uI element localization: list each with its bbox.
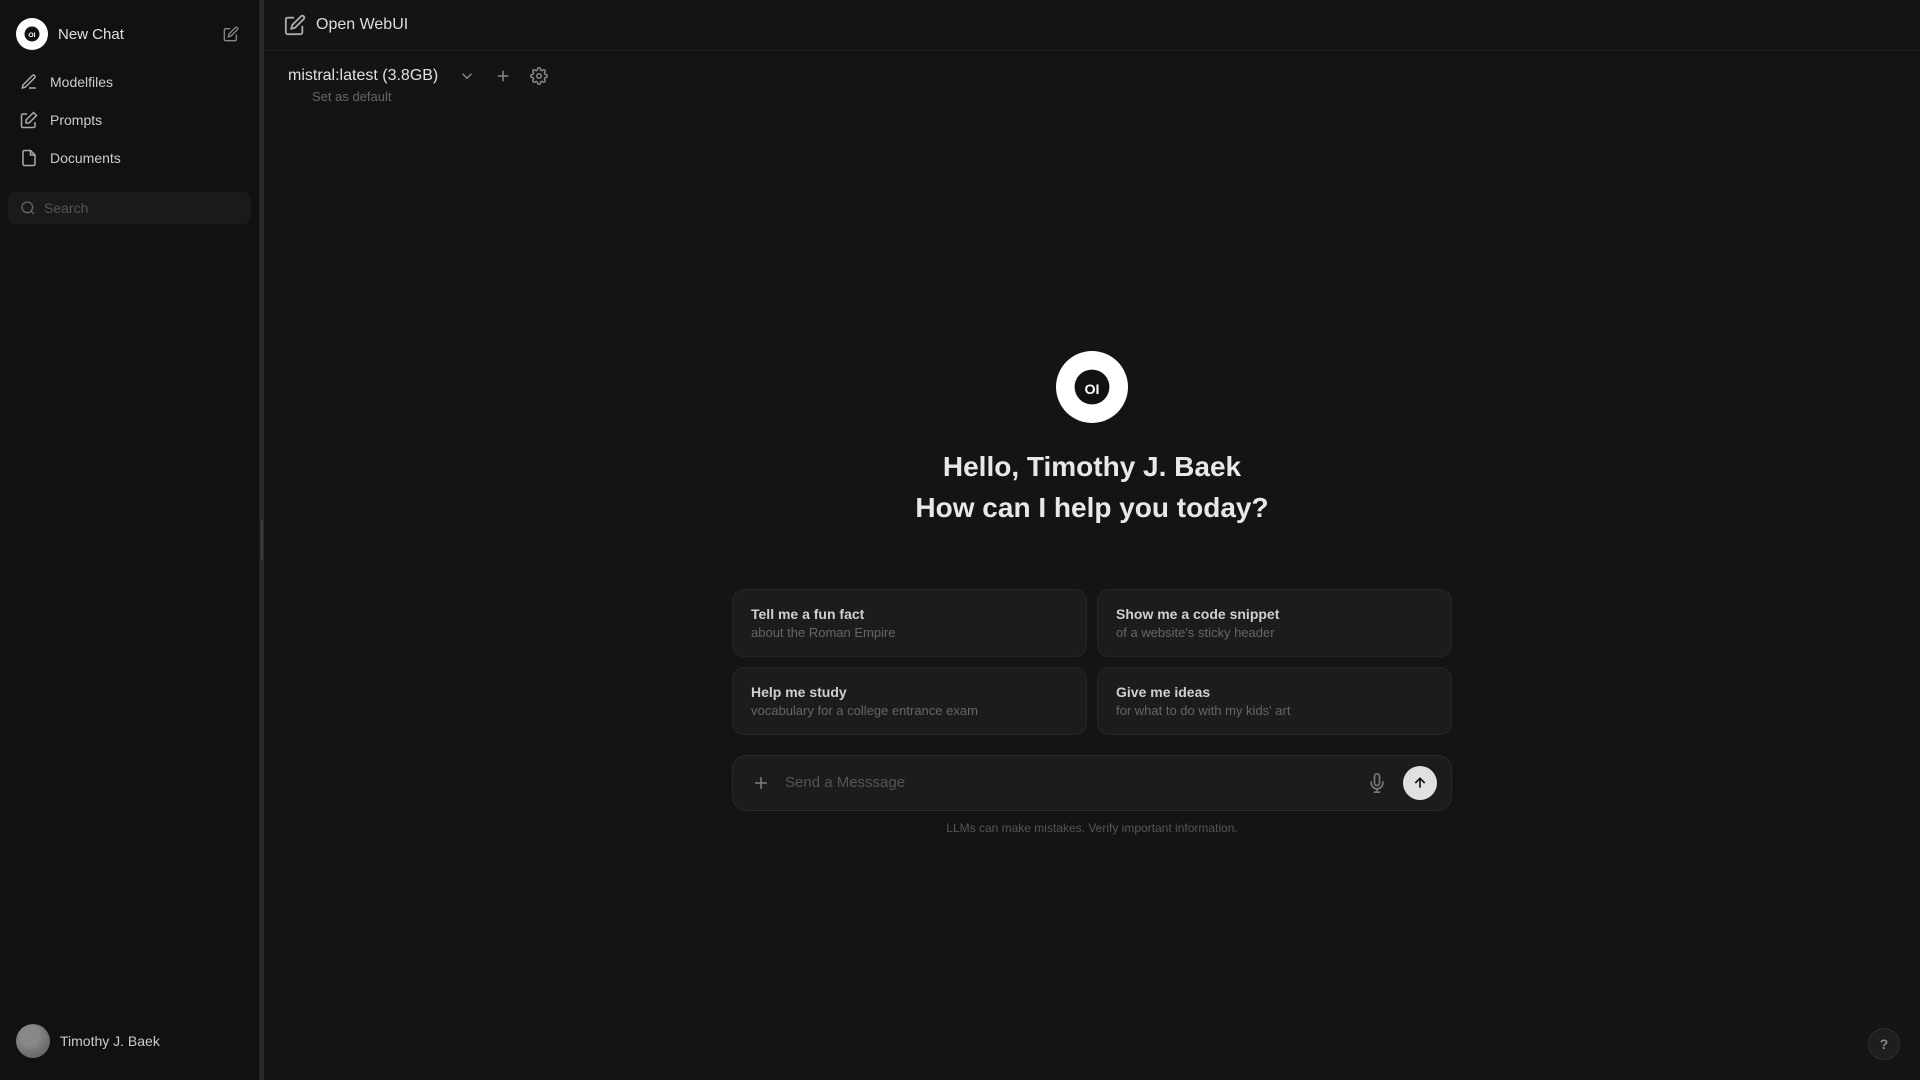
topbar-pen-icon [284, 14, 306, 36]
suggestion-card-2[interactable]: Help me study vocabulary for a college e… [732, 667, 1087, 735]
disclaimer-text: LLMs can make mistakes. Verify important… [732, 821, 1452, 843]
suggestion-title-0: Tell me a fun fact [751, 606, 1068, 622]
suggestion-subtitle-3: for what to do with my kids' art [1116, 703, 1433, 718]
model-add-button[interactable] [490, 63, 516, 89]
plus-attach-icon [751, 773, 771, 793]
model-dropdown-button[interactable] [454, 63, 480, 89]
gear-icon [530, 67, 548, 85]
sidebar-logo-area[interactable]: OI New Chat [16, 18, 124, 50]
svg-text:OI: OI [1084, 383, 1099, 399]
new-chat-label: New Chat [58, 26, 124, 43]
pencil-icon [20, 73, 38, 91]
suggestion-subtitle-2: vocabulary for a college entrance exam [751, 703, 1068, 718]
logo-circle: OI [16, 18, 48, 50]
input-bar [732, 755, 1452, 811]
user-profile[interactable]: Timothy J. Baek [8, 1014, 251, 1068]
mic-button[interactable] [1361, 767, 1393, 799]
sidebar-item-prompts[interactable]: Prompts [8, 102, 251, 138]
sidebar-item-modelfiles[interactable]: Modelfiles [8, 64, 251, 100]
sidebar-header: OI New Chat [8, 12, 251, 64]
suggestion-card-0[interactable]: Tell me a fun fact about the Roman Empir… [732, 589, 1087, 657]
suggestion-card-3[interactable]: Give me ideas for what to do with my kid… [1097, 667, 1452, 735]
new-chat-edit-button[interactable] [219, 22, 243, 46]
prompts-label: Prompts [50, 112, 102, 128]
sidebar: OI New Chat Modelfiles Prompts [0, 0, 260, 1080]
subtext-line: How can I help you today? [915, 488, 1268, 529]
avatar-image [16, 1024, 50, 1058]
model-settings-button[interactable] [526, 63, 552, 89]
plus-icon [494, 67, 512, 85]
mic-icon [1367, 773, 1387, 793]
model-bar: mistral:latest (3.8GB) [288, 63, 1896, 89]
svg-text:OI: OI [28, 32, 35, 39]
suggestion-title-1: Show me a code snippet [1116, 606, 1433, 622]
suggestion-title-2: Help me study [751, 684, 1068, 700]
welcome-logo: OI [1056, 351, 1128, 423]
input-bar-wrapper: LLMs can make mistakes. Verify important… [732, 755, 1452, 843]
suggestion-title-3: Give me ideas [1116, 684, 1433, 700]
search-input[interactable] [44, 200, 239, 216]
topbar-logo-area: Open WebUI [284, 14, 408, 36]
suggestion-grid: Tell me a fun fact about the Roman Empir… [732, 589, 1452, 735]
search-icon [20, 200, 36, 216]
main-content: Open WebUI mistral:latest (3.8GB) [264, 0, 1920, 1080]
documents-label: Documents [50, 150, 121, 166]
welcome-oi-icon: OI [1073, 368, 1111, 406]
help-button[interactable]: ? [1868, 1028, 1900, 1060]
avatar [16, 1024, 50, 1058]
message-input[interactable] [785, 774, 1351, 791]
welcome-text: Hello, Timothy J. Baek How can I help yo… [915, 447, 1268, 528]
user-name: Timothy J. Baek [60, 1033, 160, 1049]
suggestion-card-1[interactable]: Show me a code snippet of a website's st… [1097, 589, 1452, 657]
chevron-down-icon [458, 67, 476, 85]
set-default-link[interactable]: Set as default [288, 89, 1896, 114]
topbar: Open WebUI [264, 0, 1920, 51]
topbar-title: Open WebUI [316, 16, 408, 34]
sidebar-item-documents[interactable]: Documents [8, 140, 251, 176]
file-icon [20, 149, 38, 167]
pen-icon [20, 111, 38, 129]
chat-content: OI Hello, Timothy J. Baek How can I help… [264, 114, 1920, 1080]
suggestion-subtitle-0: about the Roman Empire [751, 625, 1068, 640]
send-icon [1412, 775, 1428, 791]
edit-icon [223, 26, 239, 42]
sidebar-nav: Modelfiles Prompts Documents [8, 64, 251, 176]
send-button[interactable] [1403, 766, 1437, 800]
suggestion-subtitle-1: of a website's sticky header [1116, 625, 1433, 640]
search-container[interactable] [8, 192, 251, 224]
model-bar-area: mistral:latest (3.8GB) [264, 51, 1920, 114]
model-bar-icons [454, 63, 552, 89]
greeting-line: Hello, Timothy J. Baek [915, 447, 1268, 488]
oi-logo-icon: OI [23, 25, 41, 43]
model-name: mistral:latest (3.8GB) [288, 67, 438, 85]
modelfiles-label: Modelfiles [50, 74, 113, 90]
input-plus-button[interactable] [747, 769, 775, 797]
